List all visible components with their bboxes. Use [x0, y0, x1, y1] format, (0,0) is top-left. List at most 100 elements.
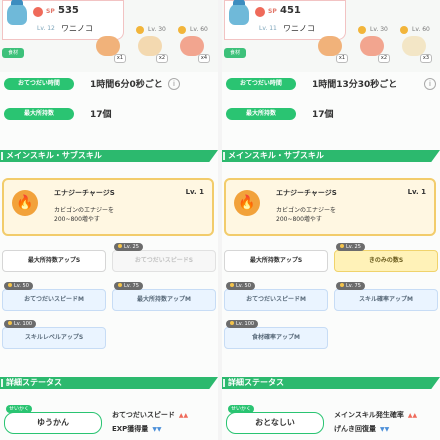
max-capacity-value: 17個 — [90, 110, 112, 120]
ingredient-item[interactable]: x1 — [314, 24, 352, 68]
sub-skill-5[interactable]: 食材確率アップM — [224, 327, 328, 349]
ingredient-item[interactable]: Lv. 30 x2 — [356, 24, 394, 68]
sub-skill-level-tag: Lv. 75 — [114, 282, 143, 290]
main-skill-desc-line: カビゴンのエナジーを — [54, 207, 115, 214]
main-skill-name: エナジーチャージS — [276, 189, 337, 197]
sp-value: 451 — [280, 5, 301, 16]
help-time-label: おてつだい時間 — [4, 78, 74, 90]
main-skill-description: カビゴンのエナジーを 200~800増やす — [54, 206, 174, 224]
help-time-value: 1時間6分0秒ごと — [90, 80, 163, 90]
max-capacity-label: 最大所持数 — [226, 108, 296, 120]
level-icon — [400, 26, 408, 34]
ingredient-count: x1 — [114, 54, 126, 63]
main-skill-name: エナジーチャージS — [54, 189, 115, 197]
pokemon-header: SP 451 Lv. 11 ワニノコ 食材 x1 Lv. 30 x2 Lv. 6… — [222, 0, 440, 72]
ingredient-level: Lv. 30 — [370, 26, 388, 33]
flame-icon: 🔥 — [234, 190, 260, 216]
sp-label: SP — [268, 8, 277, 15]
main-skill-desc-line: 200~800増やす — [276, 216, 322, 223]
nature-value[interactable]: おとなしい — [226, 412, 324, 434]
section-header-stats: 詳細ステータス — [222, 377, 440, 389]
stat-up: おてつだいスピード ▲▲ — [112, 411, 189, 419]
section-header-stats: 詳細ステータス — [0, 377, 218, 389]
sp-label: SP — [46, 8, 55, 15]
sub-skill-level-tag: Lv. 50 — [4, 282, 33, 290]
ingredient-item[interactable]: Lv. 60 x4 — [176, 24, 214, 68]
comparison-panel-left: SP 535 Lv. 12 ワニノコ 食材 x1 Lv. 30 x2 Lv. 6… — [0, 0, 218, 440]
info-icon[interactable]: i — [424, 78, 436, 90]
up-arrow-icon: ▲▲ — [407, 412, 418, 419]
pokemon-name: ワニノコ — [283, 24, 315, 33]
sub-skill-2[interactable]: きのみの数S — [334, 250, 438, 272]
sub-skill-4[interactable]: 最大所持数アップM — [112, 289, 216, 311]
ingredient-item[interactable]: Lv. 30 x2 — [134, 24, 172, 68]
sub-skill-level-tag: Lv. 50 — [226, 282, 255, 290]
main-skill-desc-line: 200~800増やす — [54, 216, 100, 223]
ingredient-count: x3 — [420, 54, 432, 63]
main-skill-level: Lv. 1 — [407, 188, 426, 196]
ingredient-tag: 食材 — [2, 48, 24, 58]
ingredient-list: x1 Lv. 30 x2 Lv. 60 x4 — [92, 24, 218, 68]
pokemon-name: ワニノコ — [61, 24, 93, 33]
info-icon[interactable]: i — [168, 78, 180, 90]
main-skill-level: Lv. 1 — [185, 188, 204, 196]
ingredient-level: Lv. 60 — [190, 26, 208, 33]
pokemon-icon — [229, 0, 249, 25]
ingredient-item[interactable]: x1 — [92, 24, 130, 68]
sub-skill-level-tag: Lv. 25 — [114, 243, 143, 251]
ingredient-icon — [360, 36, 384, 56]
pokemon-level: Lv. 12 — [37, 25, 55, 32]
ingredient-icon — [402, 36, 426, 56]
sub-skill-3[interactable]: おてつだいスピードM — [2, 289, 106, 311]
sub-skill-2[interactable]: おてつだいスピードS — [112, 250, 216, 272]
main-skill-card[interactable]: 🔥 エナジーチャージS Lv. 1 カビゴンのエナジーを 200~800増やす — [224, 178, 436, 236]
sub-skill-5[interactable]: スキルレベルアップS — [2, 327, 106, 349]
down-arrow-icon: ▼▼ — [152, 426, 162, 433]
stat-down: げんき回復量 ▼▼ — [334, 425, 390, 433]
sub-skill-level-tag: Lv. 100 — [226, 320, 259, 328]
pokemon-level: Lv. 11 — [259, 25, 277, 32]
sp-icon — [255, 7, 265, 17]
ingredient-tag: 食材 — [224, 48, 246, 58]
sp-icon — [33, 7, 43, 17]
sub-skill-1[interactable]: 最大所持数アップS — [2, 250, 106, 272]
help-time-value: 1時間13分30秒ごと — [312, 80, 398, 90]
up-arrow-icon: ▲▲ — [178, 412, 189, 419]
section-header-skills: メインスキル・サブスキル — [222, 150, 440, 162]
main-skill-desc-line: カビゴンのエナジーを — [276, 207, 337, 214]
ingredient-count: x4 — [198, 54, 210, 63]
ingredient-count: x1 — [336, 54, 348, 63]
pokemon-icon — [7, 0, 27, 25]
pokemon-header: SP 535 Lv. 12 ワニノコ 食材 x1 Lv. 30 x2 Lv. 6… — [0, 0, 218, 72]
ingredient-item[interactable]: Lv. 60 x3 — [398, 24, 436, 68]
level-icon — [136, 26, 144, 34]
nature-value[interactable]: ゆうかん — [4, 412, 102, 434]
sp-value: 535 — [58, 5, 79, 16]
main-skill-description: カビゴンのエナジーを 200~800増やす — [276, 206, 396, 224]
comparison-panel-right: SP 451 Lv. 11 ワニノコ 食材 x1 Lv. 30 x2 Lv. 6… — [222, 0, 440, 440]
ingredient-icon — [138, 36, 162, 56]
max-capacity-value: 17個 — [312, 110, 334, 120]
section-header-skills: メインスキル・サブスキル — [0, 150, 218, 162]
help-time-label: おてつだい時間 — [226, 78, 296, 90]
sub-skill-level-tag: Lv. 25 — [336, 243, 365, 251]
ingredient-count: x2 — [378, 54, 390, 63]
main-skill-card[interactable]: 🔥 エナジーチャージS Lv. 1 カビゴンのエナジーを 200~800増やす — [2, 178, 214, 236]
level-icon — [178, 26, 186, 34]
sub-skill-1[interactable]: 最大所持数アップS — [224, 250, 328, 272]
max-capacity-label: 最大所持数 — [4, 108, 74, 120]
flame-icon: 🔥 — [12, 190, 38, 216]
ingredient-count: x2 — [156, 54, 168, 63]
ingredient-icon — [180, 36, 204, 56]
ingredient-list: x1 Lv. 30 x2 Lv. 60 x3 — [314, 24, 440, 68]
ingredient-icon — [318, 36, 342, 56]
stat-up: メインスキル発生確率 ▲▲ — [334, 411, 418, 419]
sub-skill-4[interactable]: スキル確率アップM — [334, 289, 438, 311]
down-arrow-icon: ▼▼ — [380, 426, 390, 433]
level-icon — [358, 26, 366, 34]
ingredient-level: Lv. 60 — [412, 26, 430, 33]
sub-skill-level-tag: Lv. 100 — [4, 320, 37, 328]
ingredient-icon — [96, 36, 120, 56]
sub-skill-level-tag: Lv. 75 — [336, 282, 365, 290]
sub-skill-3[interactable]: おてつだいスピードM — [224, 289, 328, 311]
